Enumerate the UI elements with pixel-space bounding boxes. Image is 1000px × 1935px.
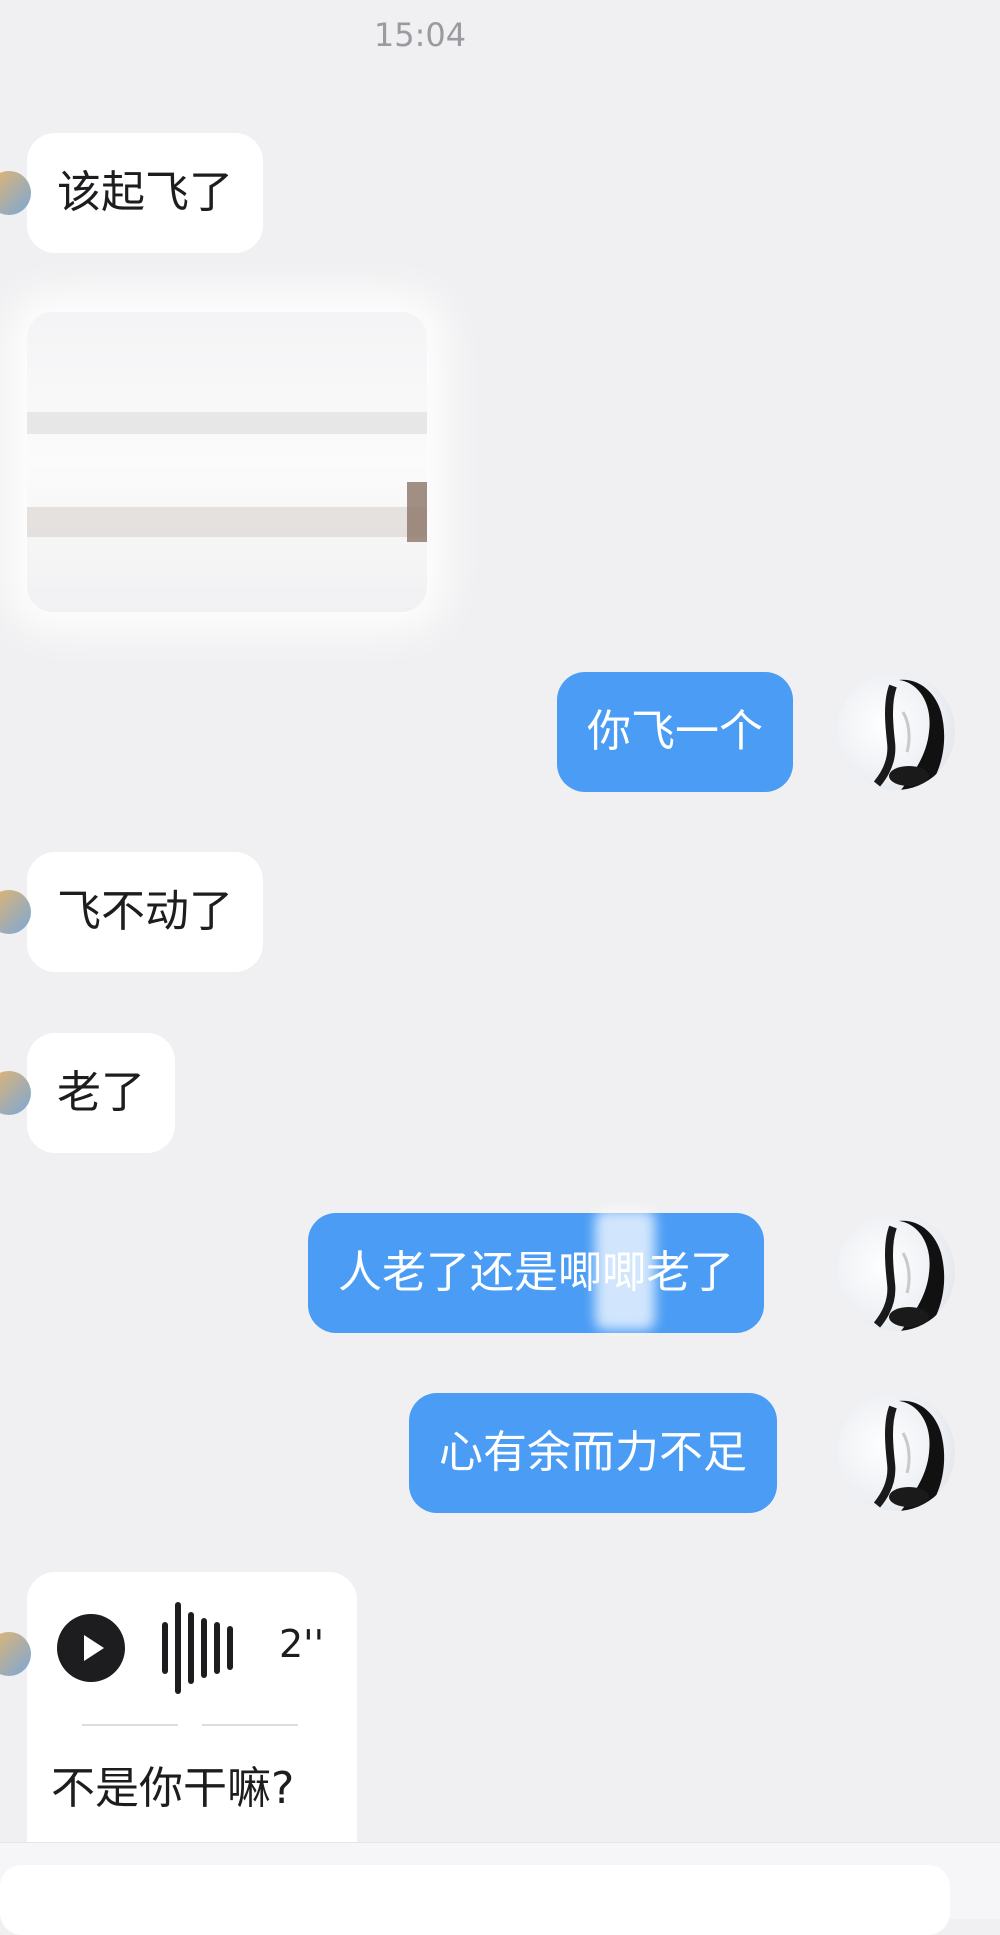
- peer-avatar[interactable]: [0, 890, 31, 934]
- message-text: 人老了还是唧唧老了: [338, 1247, 734, 1298]
- voice-duration: 2'': [279, 1622, 325, 1666]
- message-text: 心有余而力不足: [439, 1427, 747, 1478]
- message-input[interactable]: [0, 1865, 950, 1935]
- my-avatar[interactable]: [837, 1213, 955, 1331]
- outgoing-message-bubble[interactable]: 你飞一个: [557, 672, 793, 792]
- waveform-icon: [162, 1602, 262, 1694]
- avatar-image: [873, 679, 945, 790]
- avatar-image: [873, 1220, 945, 1331]
- message-text: 你飞一个: [587, 706, 763, 757]
- incoming-image-message[interactable]: [27, 312, 427, 612]
- outgoing-message-bubble[interactable]: 人老了还是唧唧老了: [308, 1213, 764, 1333]
- avatar-image: [873, 1400, 945, 1511]
- play-icon[interactable]: [57, 1614, 125, 1682]
- my-avatar[interactable]: [837, 672, 955, 790]
- image-content: [407, 482, 427, 542]
- peer-avatar[interactable]: [0, 171, 31, 215]
- image-content: [27, 412, 427, 434]
- incoming-message-bubble[interactable]: 该起飞了: [0, 133, 263, 253]
- peer-avatar[interactable]: [0, 1632, 31, 1676]
- voice-transcript: 不是你干嘛?: [51, 1763, 295, 1814]
- divider: [82, 1724, 178, 1726]
- message-text: 该起飞了: [57, 167, 233, 218]
- divider: [202, 1724, 298, 1726]
- image-content: [27, 507, 427, 537]
- incoming-message-bubble[interactable]: 老了: [0, 1033, 175, 1153]
- redaction-overlay: [595, 1210, 655, 1330]
- input-bar: [0, 1842, 1000, 1935]
- outgoing-message-bubble[interactable]: 心有余而力不足: [409, 1393, 777, 1513]
- message-text: 老了: [57, 1067, 145, 1118]
- incoming-message-bubble[interactable]: 飞不动了: [0, 852, 263, 972]
- peer-avatar[interactable]: [0, 1071, 31, 1115]
- my-avatar[interactable]: [837, 1393, 955, 1511]
- message-text: 飞不动了: [57, 886, 233, 937]
- timestamp: 15:04: [373, 16, 467, 54]
